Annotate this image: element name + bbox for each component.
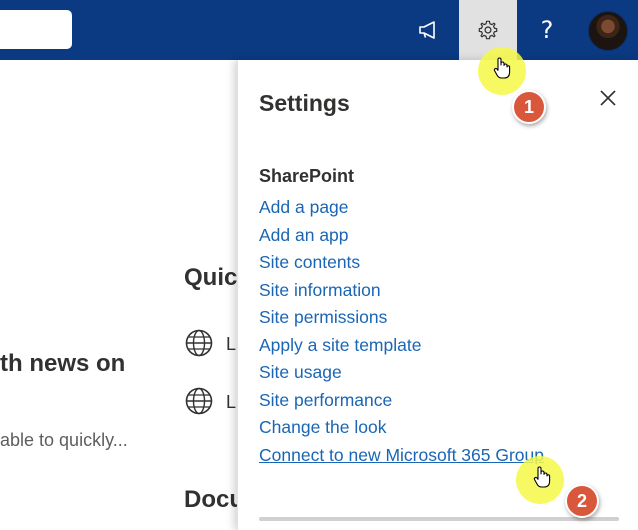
menu-item-change-look[interactable]: Change the look xyxy=(259,417,386,437)
close-icon[interactable] xyxy=(597,87,619,109)
settings-menu: Add a page Add an app Site contents Site… xyxy=(259,197,544,472)
menu-item-site-contents[interactable]: Site contents xyxy=(259,252,360,272)
step-badge-1: 1 xyxy=(512,90,546,124)
menu-item-site-permissions[interactable]: Site permissions xyxy=(259,307,387,327)
quick-link-1[interactable]: L xyxy=(226,334,236,355)
news-subtext: able to quickly... xyxy=(0,430,128,450)
settings-panel: Settings SharePoint Add a page Add an ap… xyxy=(237,60,638,530)
suite-bar: ? xyxy=(0,0,638,60)
menu-item-site-usage[interactable]: Site usage xyxy=(259,362,342,382)
documents-heading: Docu xyxy=(184,486,244,513)
gear-icon xyxy=(478,20,498,40)
search-input[interactable] xyxy=(0,10,72,49)
menu-item-site-information[interactable]: Site information xyxy=(259,280,381,300)
menu-item-add-app[interactable]: Add an app xyxy=(259,225,349,245)
hand-cursor-icon xyxy=(493,57,511,79)
menu-item-apply-template[interactable]: Apply a site template xyxy=(259,335,421,355)
menu-item-connect-group[interactable]: Connect to new Microsoft 365 Group xyxy=(259,445,544,465)
quick-link-2[interactable]: L xyxy=(226,392,236,413)
section-title-sharepoint: SharePoint xyxy=(259,166,355,186)
step-badge-2: 2 xyxy=(565,484,599,518)
help-button[interactable]: ? xyxy=(518,0,576,60)
news-heading: th news on xyxy=(0,350,126,377)
hand-cursor-icon xyxy=(533,466,551,488)
help-icon: ? xyxy=(540,16,554,44)
quick-links-heading: Quic xyxy=(184,264,238,291)
megaphone-icon xyxy=(419,21,435,39)
announcement-button[interactable] xyxy=(400,0,458,60)
globe-icon xyxy=(185,329,213,357)
avatar[interactable] xyxy=(588,11,628,51)
panel-title: Settings xyxy=(259,90,350,116)
menu-item-site-performance[interactable]: Site performance xyxy=(259,390,392,410)
globe-icon xyxy=(185,387,213,415)
menu-item-add-page[interactable]: Add a page xyxy=(259,197,349,217)
scrollbar[interactable] xyxy=(259,517,619,521)
